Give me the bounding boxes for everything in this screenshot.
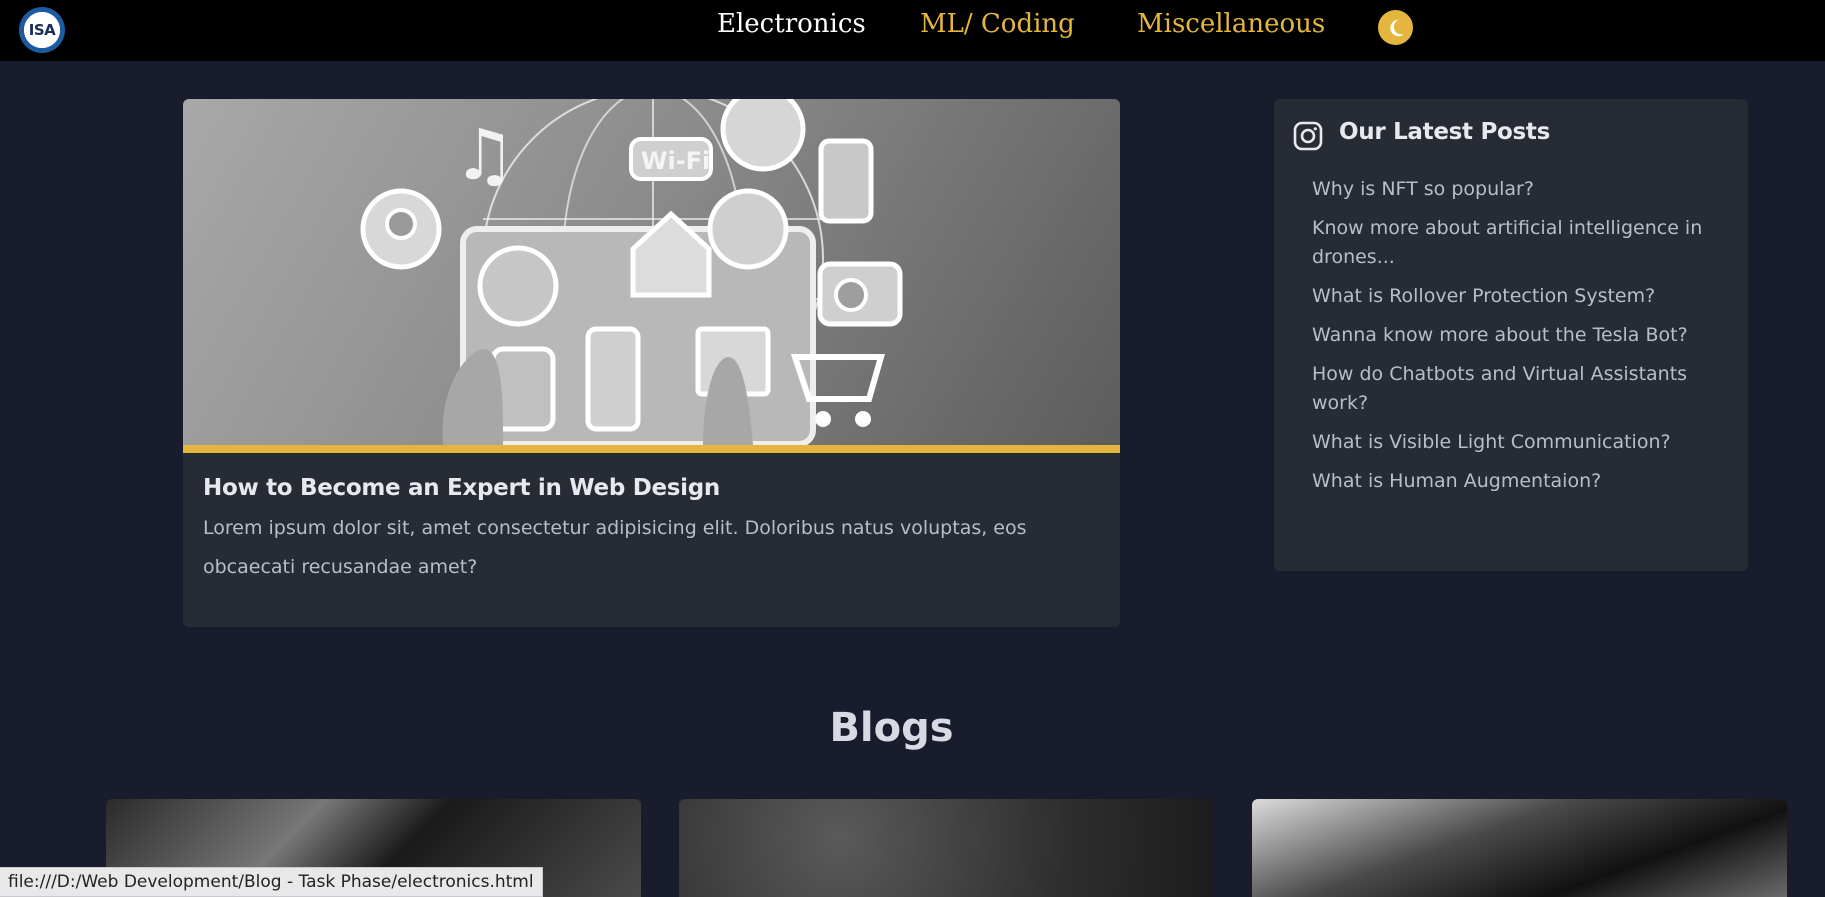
instagram-icon[interactable] — [1293, 121, 1323, 151]
theme-toggle-button[interactable] — [1378, 10, 1413, 45]
list-item: Know more about artificial intelligence … — [1312, 214, 1712, 272]
list-item: What is Human Augmentaion? — [1312, 467, 1712, 496]
top-navbar: ISA Electronics ML/ Coding Miscellaneous — [0, 0, 1825, 61]
moon-icon — [1389, 19, 1404, 36]
browser-status-bar-url: file:///D:/Web Development/Blog - Task P… — [0, 867, 543, 897]
blog-card-image[interactable] — [679, 799, 1214, 897]
latest-posts-panel: Our Latest Posts Why is NFT so popular? … — [1274, 99, 1748, 571]
list-item: What is Rollover Protection System? — [1312, 282, 1712, 311]
nav-link-electronics[interactable]: Electronics — [717, 8, 866, 40]
blog-card-image[interactable] — [1252, 799, 1787, 897]
featured-post-title[interactable]: How to Become an Expert in Web Design — [203, 475, 720, 501]
latest-post-link[interactable]: Wanna know more about the Tesla Bot? — [1312, 321, 1712, 350]
latest-post-link[interactable]: What is Human Augmentaion? — [1312, 467, 1712, 496]
list-item: What is Visible Light Communication? — [1312, 428, 1712, 457]
featured-post-excerpt: Lorem ipsum dolor sit, amet consectetur … — [203, 517, 1027, 578]
latest-post-link[interactable]: How do Chatbots and Virtual Assistants w… — [1312, 360, 1712, 418]
nav-link-miscellaneous[interactable]: Miscellaneous — [1137, 8, 1325, 40]
list-item: Wanna know more about the Tesla Bot? — [1312, 321, 1712, 350]
isa-logo[interactable]: ISA — [19, 7, 65, 53]
latest-post-link[interactable]: What is Visible Light Communication? — [1312, 428, 1712, 457]
latest-post-link[interactable]: What is Rollover Protection System? — [1312, 282, 1712, 311]
latest-post-link[interactable]: Why is NFT so popular? — [1312, 175, 1712, 204]
svg-text:Wi-Fi: Wi-Fi — [641, 147, 710, 175]
technology-icons-illustration: ♫ Wi-Fi — [360, 99, 903, 445]
svg-text:♫: ♫ — [453, 114, 516, 196]
featured-post-image: ♫ Wi-Fi — [183, 99, 1120, 445]
nav-link-ml-coding[interactable]: ML/ Coding — [920, 8, 1075, 40]
list-item: How do Chatbots and Virtual Assistants w… — [1312, 360, 1712, 418]
latest-posts-list: Why is NFT so popular? Know more about a… — [1312, 175, 1712, 506]
latest-posts-heading: Our Latest Posts — [1339, 119, 1550, 145]
featured-post-card[interactable]: ♫ Wi-Fi How to Become an Expert in Web D… — [183, 99, 1120, 627]
list-item: Why is NFT so popular? — [1312, 175, 1712, 204]
featured-accent-bar — [183, 445, 1120, 453]
blogs-heading: Blogs — [829, 705, 954, 751]
logo-text: ISA — [28, 21, 56, 39]
latest-post-link[interactable]: Know more about artificial intelligence … — [1312, 214, 1712, 272]
